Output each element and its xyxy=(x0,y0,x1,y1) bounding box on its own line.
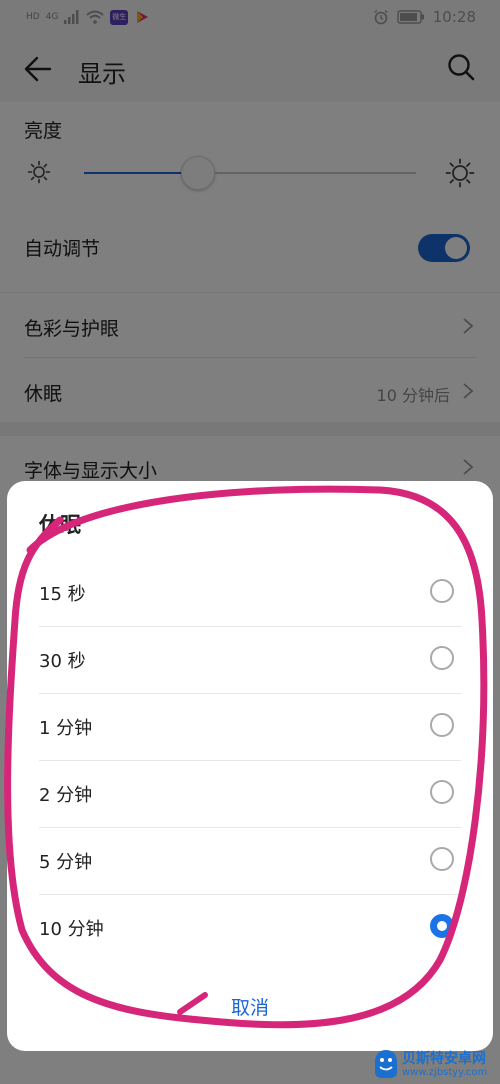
sleep-option-label: 15 秒 xyxy=(39,584,86,605)
sleep-option-label: 1 分钟 xyxy=(39,718,93,739)
sleep-option-label: 5 分钟 xyxy=(39,852,93,873)
radio-unselected-icon[interactable] xyxy=(430,780,454,804)
watermark-name: 贝斯特安卓网 xyxy=(402,1051,486,1067)
android-logo-icon xyxy=(375,1050,397,1078)
sleep-option[interactable]: 30 秒 xyxy=(7,627,493,694)
radio-unselected-icon[interactable] xyxy=(430,646,454,670)
dialog-title: 休眠 xyxy=(39,513,81,537)
sleep-dialog: 休眠 15 秒 30 秒 1 分钟 2 分钟 5 分钟 10 分钟 取消 xyxy=(7,481,493,1051)
radio-unselected-icon[interactable] xyxy=(430,847,454,871)
sleep-option[interactable]: 1 分钟 xyxy=(7,694,493,761)
radio-unselected-icon[interactable] xyxy=(430,579,454,603)
sleep-option-label: 30 秒 xyxy=(39,651,86,672)
sleep-option[interactable]: 15 秒 xyxy=(7,560,493,627)
cancel-button[interactable]: 取消 xyxy=(7,993,493,1020)
sleep-option[interactable]: 2 分钟 xyxy=(7,761,493,828)
radio-unselected-icon[interactable] xyxy=(430,713,454,737)
sleep-option-label: 2 分钟 xyxy=(39,785,93,806)
site-watermark: 贝斯特安卓网 www.zjbstyy.com xyxy=(370,1046,500,1084)
settings-screen: HD 4G 微生 xyxy=(0,0,500,1084)
sleep-option-label: 10 分钟 xyxy=(39,919,104,940)
watermark-url: www.zjbstyy.com xyxy=(402,1067,488,1078)
sleep-option[interactable]: 5 分钟 xyxy=(7,828,493,895)
sleep-option[interactable]: 10 分钟 xyxy=(7,895,493,962)
radio-selected-icon[interactable] xyxy=(430,914,454,938)
